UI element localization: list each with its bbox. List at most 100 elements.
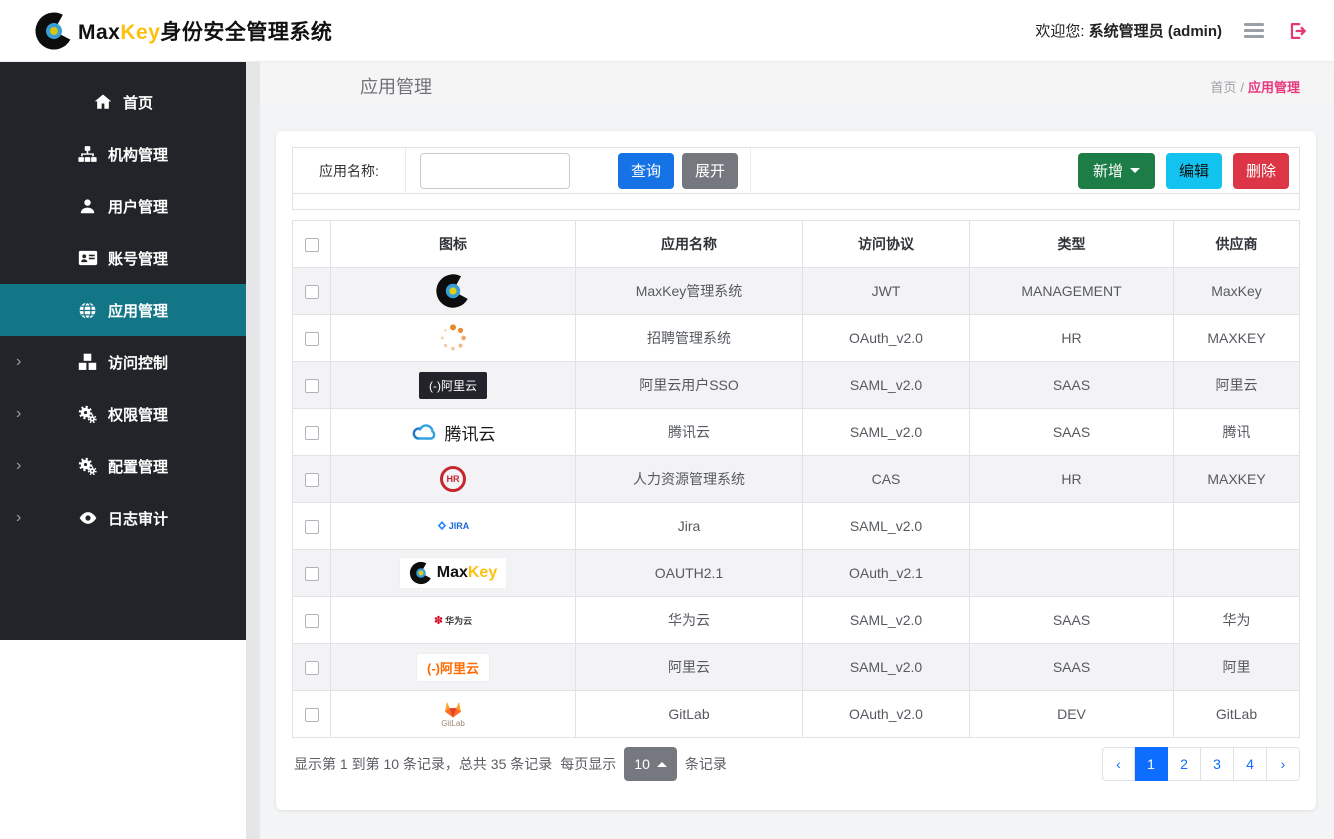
table-row[interactable]: GitLab GitLab OAuth_v2.0 DEV GitLab — [293, 691, 1300, 738]
expand-button[interactable]: 展开 — [682, 153, 738, 189]
page-2-button[interactable]: 2 — [1168, 747, 1201, 781]
sidebar-item-permissions[interactable]: › 权限管理 — [0, 388, 246, 440]
apps-card: 应用名称: 查询 展开 新增 编辑 删除 — [276, 131, 1316, 810]
row-checkbox[interactable] — [305, 614, 319, 628]
sidebar-item-audit[interactable]: › 日志审计 — [0, 492, 246, 544]
table-header-row: 图标 应用名称 访问协议 类型 供应商 — [293, 221, 1300, 268]
row-checkbox[interactable] — [305, 520, 319, 534]
sidebar-item-users[interactable]: 用户管理 — [0, 180, 246, 232]
table-row[interactable]: ✽ 华为云 华为云 SAML_v2.0 SAAS 华为 — [293, 597, 1300, 644]
cell-vendor: MAXKEY — [1174, 315, 1300, 362]
cell-app-name: 招聘管理系统 — [576, 315, 803, 362]
delete-button[interactable]: 删除 — [1233, 153, 1289, 189]
page-title: 应用管理 — [360, 73, 432, 99]
query-button[interactable]: 查询 — [618, 153, 674, 189]
search-toolbar-strip — [292, 193, 1300, 210]
sidebar-item-accounts[interactable]: 账号管理 — [0, 232, 246, 284]
sidebar-item-label: 用户管理 — [108, 196, 168, 217]
sidebar-item-label: 首页 — [123, 92, 153, 113]
table-row[interactable]: (-)阿里云 阿里云用户SSO SAML_v2.0 SAAS 阿里云 — [293, 362, 1300, 409]
eye-icon — [78, 508, 98, 528]
add-button[interactable]: 新增 — [1078, 153, 1155, 189]
row-checkbox[interactable] — [305, 332, 319, 346]
app-icon-tencent-cloud: 腾讯云 — [331, 420, 575, 445]
cell-type: HR — [970, 315, 1174, 362]
sidebar-item-label: 机构管理 — [108, 144, 168, 165]
cell-vendor: 腾讯 — [1174, 409, 1300, 456]
row-checkbox[interactable] — [305, 708, 319, 722]
records-info: 显示第 1 到第 10 条记录，总共 35 条记录 — [294, 754, 552, 774]
per-page-label: 每页显示 — [560, 754, 616, 774]
welcome-text: 欢迎您: 系统管理员 (admin) — [1035, 20, 1222, 41]
page-prev-button[interactable]: ‹ — [1102, 747, 1135, 781]
sidebar-item-label: 权限管理 — [108, 404, 168, 425]
breadcrumb-current: 应用管理 — [1248, 80, 1300, 95]
table-row[interactable]: MaxKey管理系统 JWT MANAGEMENT MaxKey — [293, 268, 1300, 315]
page-next-button[interactable]: › — [1267, 747, 1300, 781]
row-checkbox[interactable] — [305, 567, 319, 581]
sidebar-item-config[interactable]: › 配置管理 — [0, 440, 246, 492]
sidebar-item-org[interactable]: 机构管理 — [0, 128, 246, 180]
cell-vendor: MAXKEY — [1174, 456, 1300, 503]
cell-app-name: OAUTH2.1 — [576, 550, 803, 597]
table-row[interactable]: 腾讯云 腾讯云 SAML_v2.0 SAAS 腾讯 — [293, 409, 1300, 456]
cell-protocol: OAuth_v2.0 — [803, 315, 970, 362]
page-header-bar: 应用管理 首页/应用管理 — [260, 68, 1334, 104]
row-checkbox[interactable] — [305, 285, 319, 299]
cell-protocol: SAML_v2.0 — [803, 362, 970, 409]
column-header-icon: 图标 — [331, 221, 576, 268]
breadcrumb-home-link[interactable]: 首页 — [1210, 80, 1236, 95]
page-1-button[interactable]: 1 — [1135, 747, 1168, 781]
cell-type: SAAS — [970, 362, 1174, 409]
table-row[interactable]: JIRA Jira SAML_v2.0 — [293, 503, 1300, 550]
cell-type: SAAS — [970, 644, 1174, 691]
main-content: 应用管理 首页/应用管理 应用名称: 查询 展开 新增 编辑 — [246, 62, 1334, 839]
cell-vendor: 阿里云 — [1174, 362, 1300, 409]
row-checkbox[interactable] — [305, 661, 319, 675]
search-toolbar: 应用名称: 查询 展开 新增 编辑 删除 — [292, 147, 1300, 193]
cell-app-name: MaxKey管理系统 — [576, 268, 803, 315]
sidebar-item-access-control[interactable]: › 访问控制 — [0, 336, 246, 388]
sidebar-column: 首页 机构管理 用户管理 账号管理 — [0, 62, 246, 839]
row-checkbox[interactable] — [305, 426, 319, 440]
row-checkbox[interactable] — [305, 473, 319, 487]
sidebar-item-home[interactable]: 首页 — [0, 76, 246, 128]
app-name-input[interactable] — [420, 153, 570, 189]
menu-toggle-icon[interactable] — [1244, 23, 1264, 38]
row-checkbox[interactable] — [305, 379, 319, 393]
logout-icon[interactable] — [1286, 20, 1308, 42]
table-row[interactable]: HR 人力资源管理系统 CAS HR MAXKEY — [293, 456, 1300, 503]
sidebar-item-label: 应用管理 — [108, 300, 168, 321]
app-icon-jira: JIRA — [331, 521, 575, 531]
cell-protocol: SAML_v2.0 — [803, 597, 970, 644]
select-all-checkbox[interactable] — [305, 238, 319, 252]
sidebar-item-label: 日志审计 — [108, 508, 168, 529]
page-4-button[interactable]: 4 — [1234, 747, 1267, 781]
cell-type — [970, 503, 1174, 550]
table-row[interactable]: (-)阿里云 阿里云 SAML_v2.0 SAAS 阿里 — [293, 644, 1300, 691]
sidebar-item-label: 账号管理 — [108, 248, 168, 269]
sidebar: 首页 机构管理 用户管理 账号管理 — [0, 62, 246, 640]
sidebar-item-label: 访问控制 — [108, 352, 168, 373]
top-navbar: MaxKey身份安全管理系统 欢迎您: 系统管理员 (admin) — [0, 0, 1334, 62]
chevron-right-icon: › — [16, 457, 21, 475]
cell-type: DEV — [970, 691, 1174, 738]
cell-type: MANAGEMENT — [970, 268, 1174, 315]
cell-app-name: 阿里云用户SSO — [576, 362, 803, 409]
cell-vendor: 华为 — [1174, 597, 1300, 644]
cell-app-name: 人力资源管理系统 — [576, 456, 803, 503]
id-card-icon — [78, 248, 98, 268]
table-row[interactable]: MaxKey OAUTH2.1 OAuth_v2.1 — [293, 550, 1300, 597]
page-3-button[interactable]: 3 — [1201, 747, 1234, 781]
cell-app-name: 阿里云 — [576, 644, 803, 691]
cell-protocol: OAuth_v2.0 — [803, 691, 970, 738]
cell-type: SAAS — [970, 597, 1174, 644]
sidebar-item-apps[interactable]: 应用管理 — [0, 284, 246, 336]
pagination: ‹ 1 2 3 4 › — [1102, 747, 1300, 781]
table-row[interactable]: 招聘管理系统 OAuth_v2.0 HR MAXKEY — [293, 315, 1300, 362]
cell-protocol: SAML_v2.0 — [803, 503, 970, 550]
edit-button[interactable]: 编辑 — [1166, 153, 1222, 189]
page-size-select[interactable]: 10 — [624, 747, 677, 781]
cell-protocol: SAML_v2.0 — [803, 409, 970, 456]
app-icon-huawei-cloud: ✽ 华为云 — [331, 614, 575, 627]
